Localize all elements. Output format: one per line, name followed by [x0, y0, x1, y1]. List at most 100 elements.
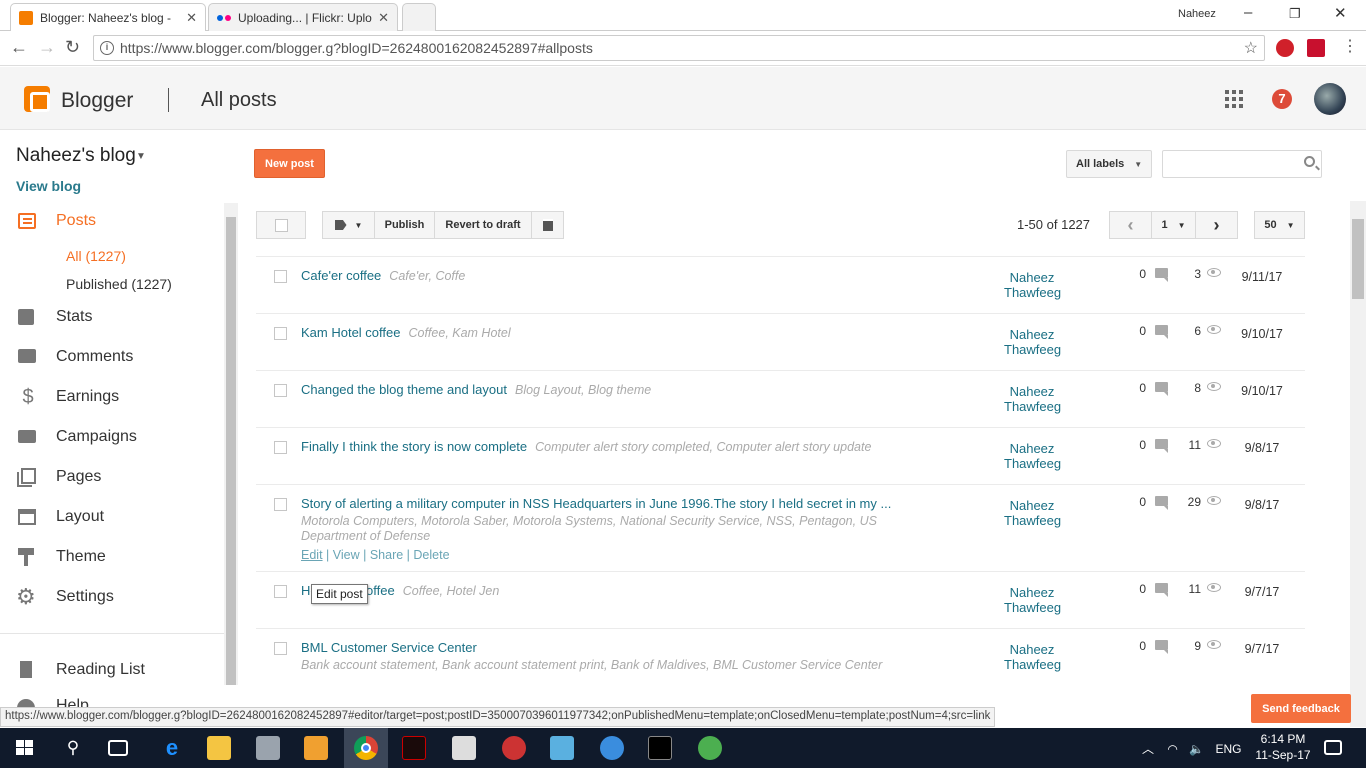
- forward-icon[interactable]: →: [38, 37, 56, 58]
- delete-link[interactable]: Delete: [413, 548, 449, 562]
- command-prompt-icon[interactable]: [648, 736, 672, 760]
- avatar[interactable]: [1314, 83, 1346, 115]
- search-icon[interactable]: [1304, 156, 1315, 167]
- sidebar-item-stats[interactable]: Stats: [16, 305, 92, 329]
- chrome-menu-icon[interactable]: ⋮: [1342, 36, 1358, 56]
- post-author[interactable]: Naheez Thawfeeg: [1004, 441, 1061, 471]
- chrome-taskbar-item[interactable]: [344, 728, 388, 768]
- file-explorer-icon[interactable]: [207, 736, 231, 760]
- row-checkbox[interactable]: [274, 642, 287, 655]
- new-tab-button[interactable]: [402, 3, 436, 31]
- chevron-up-icon[interactable]: ︿: [1142, 742, 1154, 756]
- prev-page-button[interactable]: ‹: [1109, 211, 1152, 239]
- label-dropdown-button[interactable]: ▼: [322, 211, 375, 239]
- sidebar-item-layout[interactable]: Layout: [16, 505, 104, 529]
- utorrent-icon[interactable]: [698, 736, 722, 760]
- sidebar-item-campaigns[interactable]: Campaigns: [16, 425, 137, 449]
- table-row[interactable]: Cafe'er coffee Cafe'er, Coffe Naheez Thawf…: [256, 256, 1305, 313]
- input-language[interactable]: ENG: [1215, 742, 1241, 756]
- system-clock[interactable]: 6:14 PM 11-Sep-17: [1253, 731, 1313, 763]
- share-link[interactable]: Share: [370, 548, 403, 562]
- network-icon[interactable]: ◠: [1167, 742, 1177, 756]
- post-title-link[interactable]: Kam Hotel coffee: [301, 325, 400, 340]
- post-author[interactable]: Naheez Thawfeeg: [1004, 270, 1061, 300]
- main-scrollbar[interactable]: [1350, 201, 1366, 727]
- search-input[interactable]: [1162, 150, 1322, 178]
- blog-selector[interactable]: Naheez's blog: [16, 145, 136, 167]
- reload-icon[interactable]: ↻: [65, 37, 80, 58]
- post-author[interactable]: Naheez Thawfeeg: [1004, 384, 1061, 414]
- pdf-extension-icon[interactable]: [1307, 39, 1325, 57]
- post-title-link[interactable]: Finally I think the story is now complet…: [301, 439, 527, 454]
- close-tab-icon[interactable]: ✕: [186, 10, 197, 26]
- all-labels-dropdown[interactable]: All labels ▼: [1066, 150, 1152, 178]
- caret-down-icon[interactable]: ▼: [136, 151, 146, 162]
- edge-icon[interactable]: e: [160, 736, 184, 760]
- row-checkbox[interactable]: [274, 441, 287, 454]
- sidebar-item-theme[interactable]: Theme: [16, 545, 106, 569]
- blogger-logo-icon[interactable]: [24, 86, 50, 112]
- scrollbar-thumb[interactable]: [226, 217, 236, 685]
- close-window-icon[interactable]: ✕: [1334, 4, 1347, 22]
- calculator-icon[interactable]: [452, 736, 476, 760]
- view-blog-link[interactable]: View blog: [16, 178, 81, 194]
- table-row[interactable]: Story of alerting a military computer in…: [256, 484, 1305, 571]
- windows-start-icon[interactable]: [13, 736, 37, 760]
- sidebar-item-posts[interactable]: Posts: [16, 209, 96, 233]
- volume-icon[interactable]: 🔈: [1189, 742, 1204, 756]
- notification-badge[interactable]: 7: [1272, 89, 1292, 109]
- delete-button[interactable]: [531, 211, 564, 239]
- send-feedback-button[interactable]: Send feedback: [1251, 694, 1351, 723]
- project-app-icon[interactable]: [402, 736, 426, 760]
- select-all-checkbox[interactable]: [274, 218, 288, 232]
- sidebar-item-comments[interactable]: Comments: [16, 345, 133, 369]
- apps-grid-icon[interactable]: [1225, 90, 1243, 108]
- row-checkbox[interactable]: [274, 384, 287, 397]
- post-title-link[interactable]: BML Customer Service Center: [301, 640, 477, 655]
- view-link[interactable]: View: [333, 548, 360, 562]
- post-author[interactable]: Naheez Thawfeeg: [1004, 585, 1061, 615]
- sidebar-item-reading-list[interactable]: Reading List: [16, 658, 145, 682]
- row-checkbox[interactable]: [274, 498, 287, 511]
- sidebar-subitem-published[interactable]: Published (1227): [66, 276, 172, 292]
- sidebar-item-earnings[interactable]: $ Earnings: [16, 385, 119, 409]
- table-row[interactable]: BML Customer Service Center Bank account…: [256, 628, 1305, 707]
- table-row[interactable]: Hotel Jen coffeeCoffee, Hotel Jen Naheez…: [256, 571, 1305, 628]
- brand-name[interactable]: Blogger: [61, 89, 133, 113]
- post-title-link[interactable]: Changed the blog theme and layout: [301, 382, 507, 397]
- globe-app-icon[interactable]: [600, 736, 624, 760]
- sidebar-item-settings[interactable]: ⚙ Settings: [16, 585, 114, 609]
- back-icon[interactable]: ←: [10, 37, 28, 58]
- search-icon[interactable]: ⚲: [61, 736, 85, 760]
- address-bar[interactable]: i https://www.blogger.com/blogger.g?blog…: [93, 35, 1265, 61]
- post-title-link[interactable]: Story of alerting a military computer in…: [301, 496, 897, 511]
- edit-link[interactable]: Edit: [301, 548, 323, 562]
- notes-app-icon[interactable]: [550, 736, 574, 760]
- revert-to-draft-button[interactable]: Revert to draft: [434, 211, 532, 239]
- next-page-button[interactable]: ›: [1195, 211, 1238, 239]
- scrollbar-thumb[interactable]: [1352, 219, 1364, 299]
- task-view-icon[interactable]: [108, 740, 128, 756]
- bookmark-star-icon[interactable]: ☆: [1244, 38, 1258, 58]
- row-checkbox[interactable]: [274, 585, 287, 598]
- paint-app-icon[interactable]: [502, 736, 526, 760]
- info-icon[interactable]: i: [100, 41, 114, 55]
- post-title-link[interactable]: Cafe'er coffee: [301, 268, 381, 283]
- tab-blogger[interactable]: Blogger: Naheez's blog - ✕: [10, 3, 206, 31]
- tab-flickr[interactable]: Uploading... | Flickr: Uplo ✕: [208, 3, 398, 31]
- action-center-icon[interactable]: [1324, 740, 1342, 755]
- post-author[interactable]: Naheez Thawfeeg: [1004, 498, 1061, 528]
- close-tab-icon[interactable]: ✕: [378, 10, 389, 26]
- row-checkbox[interactable]: [274, 270, 287, 283]
- minimize-icon[interactable]: –: [1244, 4, 1252, 21]
- per-page-select[interactable]: 50 ▼: [1254, 211, 1305, 239]
- post-author[interactable]: Naheez Thawfeeg: [1004, 327, 1061, 357]
- media-player-icon[interactable]: [304, 736, 328, 760]
- table-row[interactable]: Changed the blog theme and layout Blog La…: [256, 370, 1305, 427]
- post-author[interactable]: Naheez Thawfeeg: [1004, 642, 1061, 672]
- table-row[interactable]: Finally I think the story is now complet…: [256, 427, 1305, 484]
- page-select[interactable]: 1 ▼: [1151, 211, 1196, 239]
- new-post-button[interactable]: New post: [254, 149, 325, 178]
- select-all-checkbox-button[interactable]: [256, 211, 306, 239]
- restore-icon[interactable]: ❐: [1289, 6, 1301, 22]
